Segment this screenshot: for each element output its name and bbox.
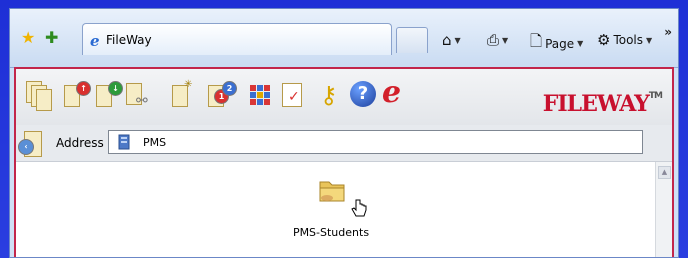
upload-arrow-icon: ↑ — [76, 81, 91, 96]
tab-title: FileWay — [106, 33, 152, 47]
upload-button[interactable]: ↑ — [62, 79, 92, 111]
email-button[interactable]: e — [380, 75, 410, 111]
back-arrow-icon: ‹ — [18, 139, 34, 155]
email-e-icon: e — [382, 75, 402, 110]
hand-cursor-icon — [351, 199, 367, 217]
checkmark-icon: ✓ — [288, 89, 300, 105]
sparkle-icon: ✳ — [184, 79, 193, 90]
fileway-app: ↑ ↓ ⚯ ✳ 1 2 ✓ ⚷ ? e FILEWAYTM ‹ Address … — [14, 67, 674, 257]
fileway-toolbar: ↑ ↓ ⚯ ✳ 1 2 ✓ ⚷ ? e FILEWAYTM — [16, 69, 672, 125]
download-arrow-icon: ↓ — [108, 81, 123, 96]
chevron-down-icon: ▼ — [646, 35, 653, 45]
browser-command-bar: ★ ✚ e FileWay ⌂ ▼ ⎙ ▼ 🗋 Page ▼ ⚙ Tools ▼… — [10, 9, 678, 68]
download-button[interactable]: ↓ — [94, 79, 124, 111]
gear-icon: ⚙ — [597, 31, 611, 49]
rename-button[interactable]: 1 2 — [206, 79, 237, 111]
address-value: PMS — [143, 136, 167, 149]
folder-item[interactable]: PMS-Students — [281, 172, 381, 242]
browser-window: ★ ✚ e FileWay ⌂ ▼ ⎙ ▼ 🗋 Page ▼ ⚙ Tools ▼… — [9, 8, 679, 258]
print-button[interactable]: ⎙ ▼ — [487, 31, 508, 49]
page-menu-button[interactable]: 🗋 Page ▼ — [530, 31, 583, 56]
chevron-down-icon: ▼ — [454, 35, 461, 45]
address-bar-row: ‹ Address PMS — [16, 125, 672, 161]
thumbnail-view-button[interactable] — [244, 79, 274, 111]
vertical-scrollbar[interactable]: ▲ — [655, 162, 672, 257]
chain-link-icon: ⚯ — [136, 93, 148, 109]
more-commands-chevron[interactable]: » — [664, 25, 672, 39]
tools-menu-label: Tools — [613, 33, 644, 47]
number-2-icon: 2 — [222, 81, 237, 96]
home-button[interactable]: ⌂ ▼ — [442, 31, 461, 49]
back-button[interactable]: ‹ — [18, 129, 44, 159]
scroll-up-arrow-icon[interactable]: ▲ — [658, 166, 671, 179]
printer-icon: ⎙ — [487, 31, 500, 49]
favorites-star-icon[interactable]: ★ — [21, 30, 35, 46]
copy-files-button[interactable] — [24, 79, 54, 111]
chevron-down-icon: ▼ — [502, 35, 509, 45]
browser-tab-fileway[interactable]: e FileWay — [82, 23, 392, 55]
link-button[interactable]: ⚯ — [124, 79, 154, 111]
home-icon: ⌂ — [442, 31, 452, 49]
grid-icon — [250, 85, 270, 105]
new-tab-button[interactable] — [396, 27, 428, 53]
key-icon: ⚷ — [320, 81, 338, 109]
file-icon — [36, 89, 52, 111]
page-icon: 🗋 — [530, 32, 543, 50]
folder-label: PMS-Students — [292, 226, 370, 239]
ie-icon: e — [90, 32, 100, 50]
address-field[interactable]: PMS — [108, 130, 643, 154]
page-menu-label: Page — [545, 36, 575, 51]
add-favorites-icon[interactable]: ✚ — [45, 30, 58, 46]
tools-menu-button[interactable]: ⚙ Tools ▼ — [597, 31, 652, 49]
help-button[interactable]: ? — [348, 79, 378, 111]
new-file-button[interactable]: ✳ — [168, 79, 198, 111]
help-icon: ? — [350, 81, 376, 107]
file-list-pane: PMS-Students ▲ — [16, 161, 672, 257]
checklist-button[interactable]: ✓ — [278, 79, 308, 111]
folder-icon — [319, 181, 345, 202]
permissions-button[interactable]: ⚷ — [316, 79, 346, 111]
server-icon — [118, 134, 130, 150]
address-label: Address — [56, 136, 104, 150]
chevron-down-icon: ▼ — [577, 39, 584, 48]
fileway-logo: FILEWAYTM — [542, 91, 663, 117]
